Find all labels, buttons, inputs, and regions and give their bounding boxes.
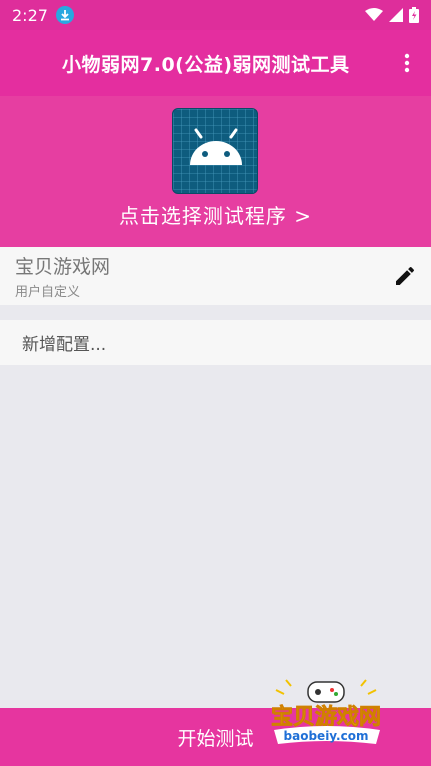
config-subtitle: 用户自定义 [15, 285, 81, 300]
config-name: 宝贝游戏网 [15, 256, 111, 278]
select-program-link[interactable]: 点击选择测试程序 > [0, 200, 431, 229]
status-time: 2:27 [12, 5, 48, 25]
add-config-label: 新增配置... [22, 335, 107, 355]
config-item[interactable]: 宝贝游戏网 用户自定义 [0, 247, 431, 305]
watermark-logo: 宝贝游戏网 baobeiy.com [256, 678, 396, 748]
start-test-label: 开始测试 [177, 727, 254, 750]
app-bar: 小物弱网7.0(公益)弱网测试工具 [0, 30, 431, 96]
app-title: 小物弱网7.0(公益)弱网测试工具 [62, 53, 350, 76]
android-icon[interactable] [172, 108, 258, 194]
pencil-icon[interactable] [389, 260, 421, 292]
more-vert-icon[interactable] [383, 39, 431, 87]
wifi-icon [365, 8, 383, 21]
signal-icon [389, 8, 403, 22]
download-icon [55, 6, 74, 24]
battery-icon [409, 7, 419, 23]
status-bar: 2:27 [0, 0, 431, 30]
add-config-button[interactable]: 新增配置... [0, 320, 431, 365]
program-picker-area[interactable]: 点击选择测试程序 > [0, 96, 431, 247]
svg-text:baobeiy.com: baobeiy.com [284, 729, 369, 743]
